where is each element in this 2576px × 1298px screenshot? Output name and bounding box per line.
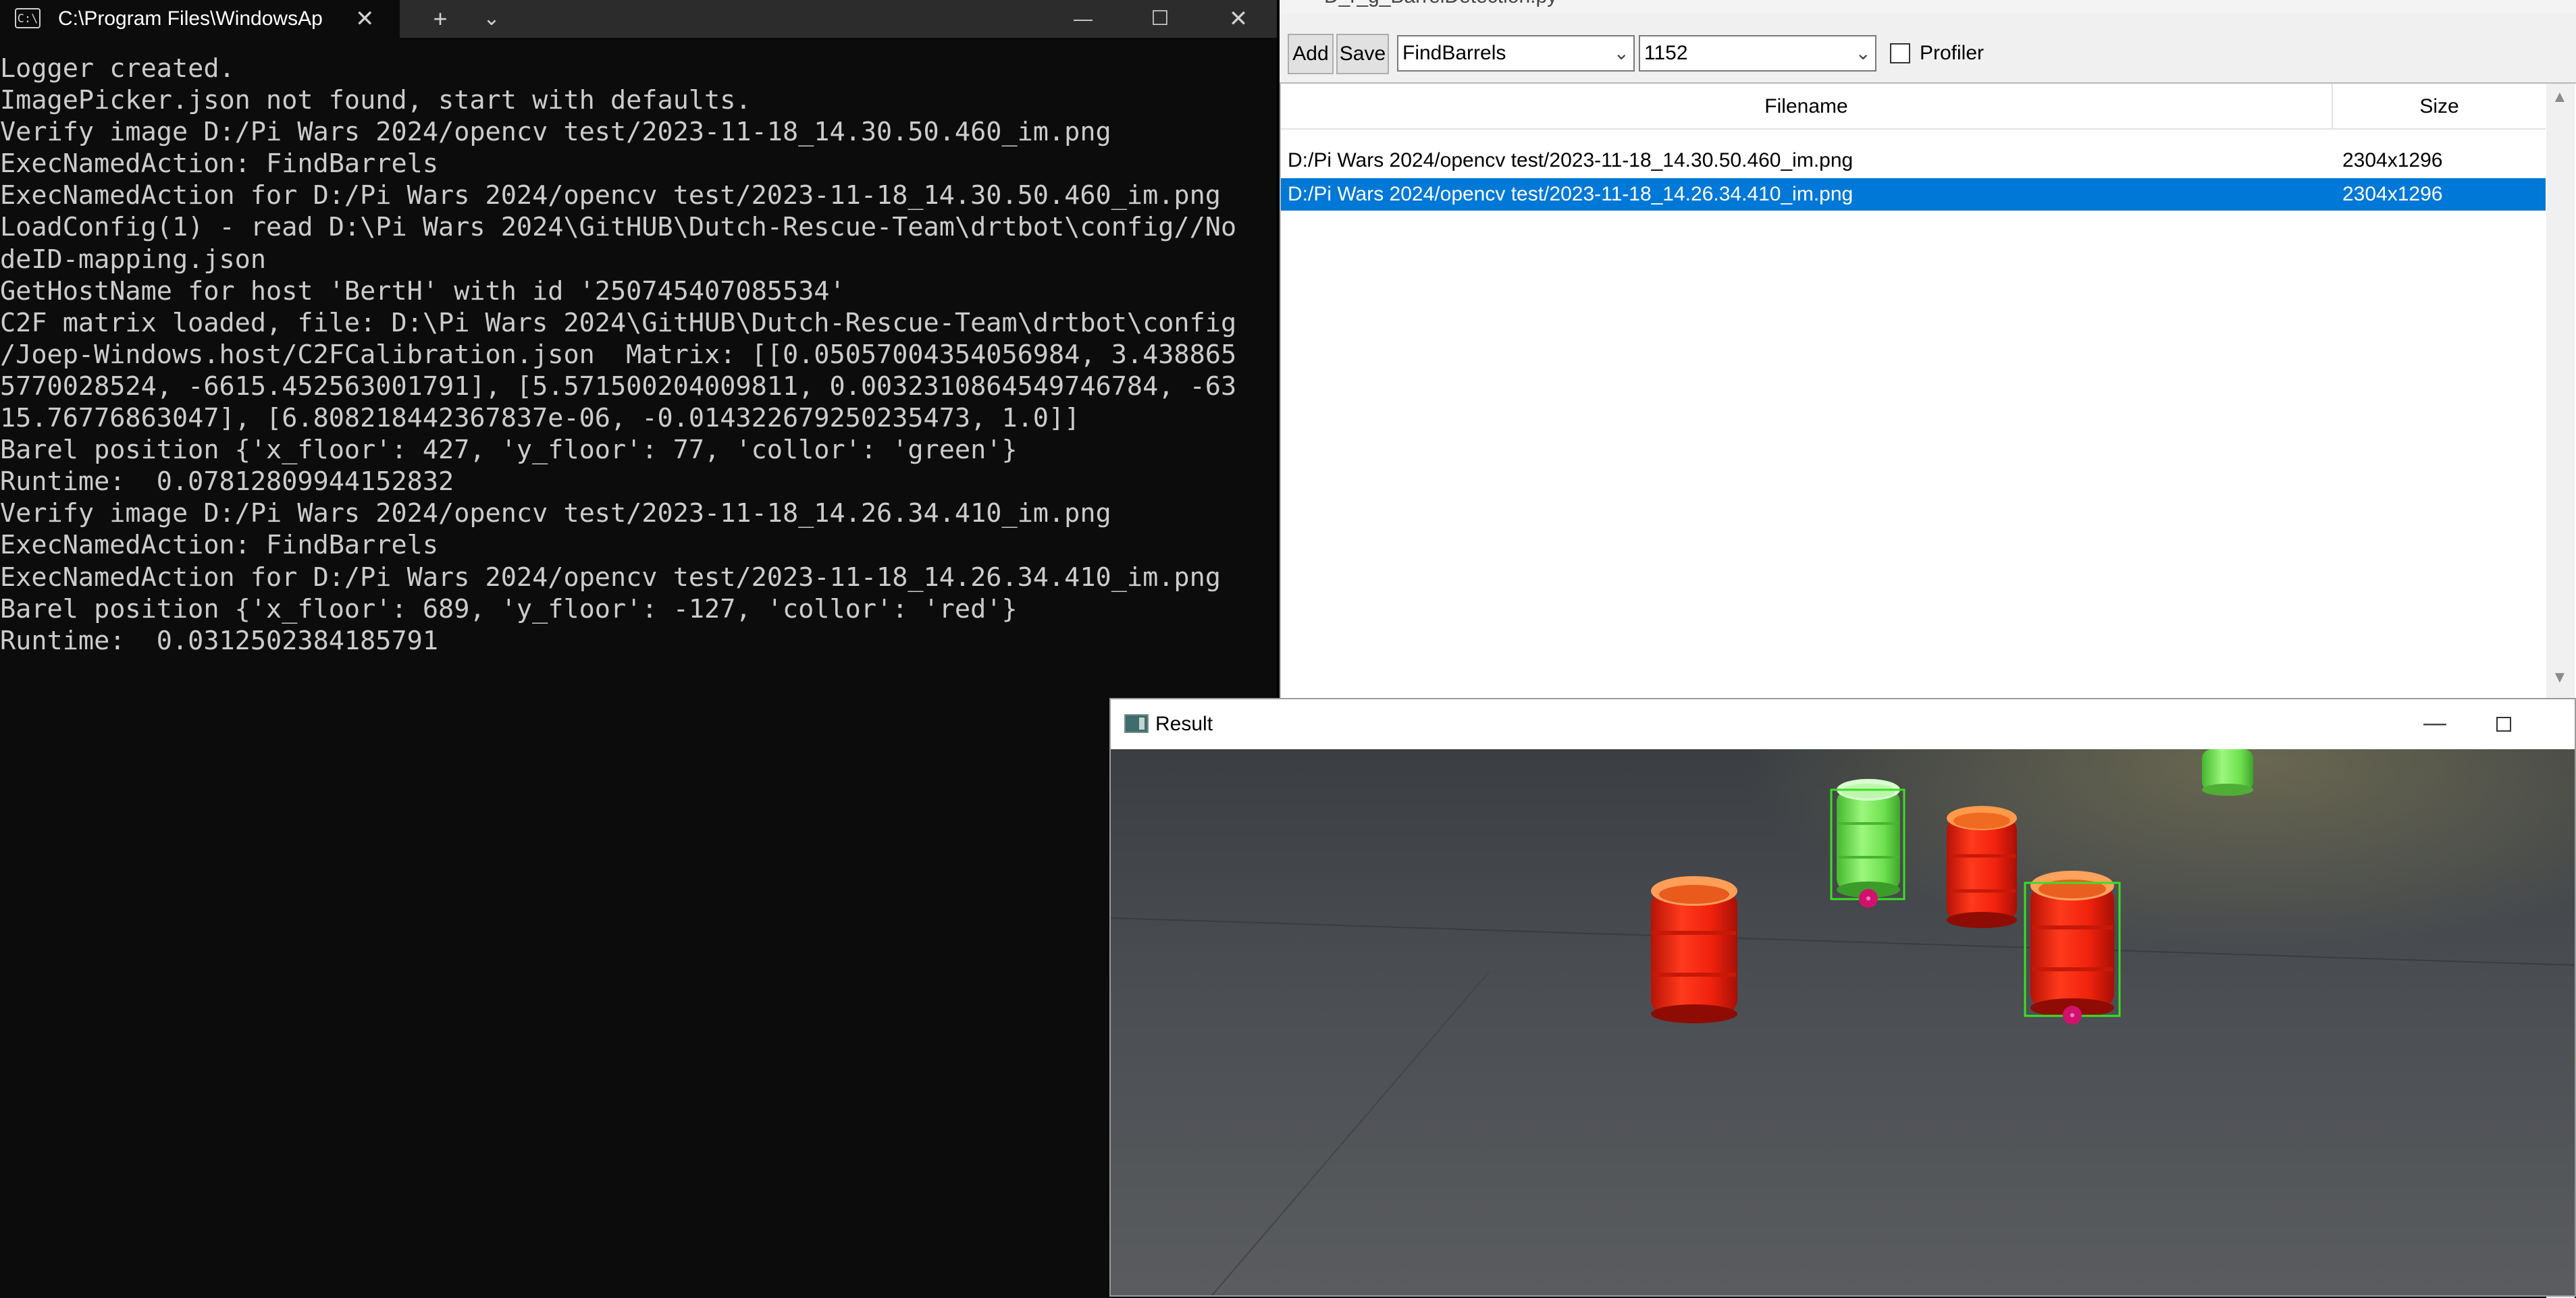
- terminal-window: C:\ C:\Program Files\WindowsAp ✕ + ⌄ — ☐…: [0, 0, 1280, 1297]
- chevron-down-icon[interactable]: ⌄: [473, 0, 510, 38]
- action-combobox[interactable]: FindBarrels ⌄: [1397, 35, 1635, 72]
- scroll-up-icon[interactable]: ▲: [2552, 88, 2568, 107]
- terminal-tab-bar: C:\ C:\Program Files\WindowsAp ✕ + ⌄ — ☐…: [0, 0, 1280, 38]
- minimize-icon[interactable]: —: [1061, 0, 1105, 38]
- terminal-line: 15.76776863047], [6.808218442367837e-06,…: [0, 403, 1080, 434]
- app-title: D_r_g_BarrelDetection.py: [1324, 0, 1557, 8]
- terminal-output[interactable]: Logger created. ImagePicker.json not foun…: [0, 53, 1280, 657]
- terminal-line: LoadConfig(1) - read D:\Pi Wars 2024\Git…: [0, 212, 1237, 243]
- column-header-size[interactable]: Size: [2333, 84, 2546, 130]
- maximize-icon[interactable]: ☐: [1138, 0, 1182, 38]
- terminal-line: deID-mapping.json: [0, 244, 267, 275]
- column-header-filename[interactable]: Filename: [1281, 84, 2333, 130]
- barrel-red: [2030, 871, 2114, 1017]
- result-titlebar[interactable]: Result —: [1111, 699, 2575, 749]
- barrel-red-middle: [1947, 806, 2017, 928]
- profiler-label: Profiler: [1920, 42, 1984, 64]
- terminal-line: ExecNamedAction for D:/Pi Wars 2024/open…: [0, 562, 1221, 593]
- new-tab-icon[interactable]: +: [421, 0, 459, 38]
- opencv-window-icon: [1124, 714, 1149, 733]
- barrel-red-left: [1651, 876, 1737, 1023]
- terminal-tab[interactable]: C:\ C:\Program Files\WindowsAp ✕: [0, 0, 400, 38]
- terminal-line: ExecNamedAction: FindBarrels: [0, 530, 439, 561]
- terminal-line: Runtime: 0.0312502384185791: [0, 625, 439, 656]
- tab-close-icon[interactable]: ✕: [355, 0, 375, 38]
- result-window: Result —: [1109, 698, 2576, 1297]
- width-combobox-value: 1152: [1644, 42, 1688, 64]
- minimize-icon[interactable]: —: [2423, 699, 2446, 747]
- terminal-line: C2F matrix loaded, file: D:\Pi Wars 2024…: [0, 307, 1237, 338]
- terminal-line: GetHostName for host 'BertH' with id '25…: [0, 275, 845, 306]
- table-row[interactable]: D:/Pi Wars 2024/opencv test/2023-11-18_1…: [1281, 144, 2546, 177]
- toolbar: Add Save FindBarrels ⌄ 1152 ⌄ Profiler: [1280, 13, 2576, 81]
- width-combobox[interactable]: 1152 ⌄: [1639, 35, 1876, 72]
- terminal-line: Verify image D:/Pi Wars 2024/opencv test…: [0, 117, 1111, 148]
- profiler-checkbox[interactable]: [1890, 43, 1910, 63]
- action-combobox-value: FindBarrels: [1402, 42, 1506, 64]
- terminal-line: /Joep-Windows.host/C2FCalibration.json M…: [0, 339, 1237, 370]
- terminal-line: Barel position {'x_floor': 689, 'y_floor…: [0, 593, 1018, 624]
- terminal-line: ExecNamedAction: FindBarrels: [0, 148, 439, 180]
- terminal-line: Verify image D:/Pi Wars 2024/opencv test…: [0, 498, 1111, 529]
- chevron-down-icon[interactable]: ⌄: [1614, 36, 1629, 70]
- barrel-green-far: [2202, 749, 2253, 796]
- size-cell: 2304x1296: [2342, 149, 2443, 171]
- size-cell: 2304x1296: [2342, 183, 2443, 205]
- barrel-green: [1837, 779, 1900, 898]
- terminal-line: ExecNamedAction for D:/Pi Wars 2024/open…: [0, 180, 1221, 211]
- terminal-line: Barel position {'x_floor': 427, 'y_floor…: [0, 435, 1018, 466]
- maximize-icon[interactable]: [2496, 717, 2511, 732]
- table-row-selected[interactable]: D:/Pi Wars 2024/opencv test/2023-11-18_1…: [1281, 178, 2546, 211]
- terminal-line: 5770028524, -6615.452563001791], [5.5715…: [0, 371, 1237, 402]
- app-titlebar[interactable]: D_r_g_BarrelDetection.py: [1280, 0, 2576, 13]
- save-button[interactable]: Save: [1336, 34, 1389, 74]
- terminal-line: ImagePicker.json not found, start with d…: [0, 85, 752, 116]
- result-title: Result: [1155, 713, 1213, 735]
- terminal-line: Logger created.: [0, 53, 235, 84]
- terminal-tab-title: C:\Program Files\WindowsAp: [58, 7, 323, 30]
- chevron-down-icon[interactable]: ⌄: [1856, 36, 1871, 70]
- filename-cell: D:/Pi Wars 2024/opencv test/2023-11-18_1…: [1288, 183, 1854, 205]
- floor-marker-dot: [1866, 896, 1870, 900]
- filename-cell: D:/Pi Wars 2024/opencv test/2023-11-18_1…: [1288, 149, 1854, 171]
- camera-image[interactable]: [1111, 749, 2575, 1295]
- terminal-line: Runtime: 0.07812809944152832: [0, 466, 454, 497]
- add-button[interactable]: Add: [1288, 34, 1334, 74]
- close-icon[interactable]: ✕: [1217, 0, 1260, 38]
- terminal-icon: C:\: [15, 8, 41, 28]
- scroll-down-icon[interactable]: ▼: [2552, 668, 2568, 687]
- floor-marker-dot: [2070, 1013, 2074, 1017]
